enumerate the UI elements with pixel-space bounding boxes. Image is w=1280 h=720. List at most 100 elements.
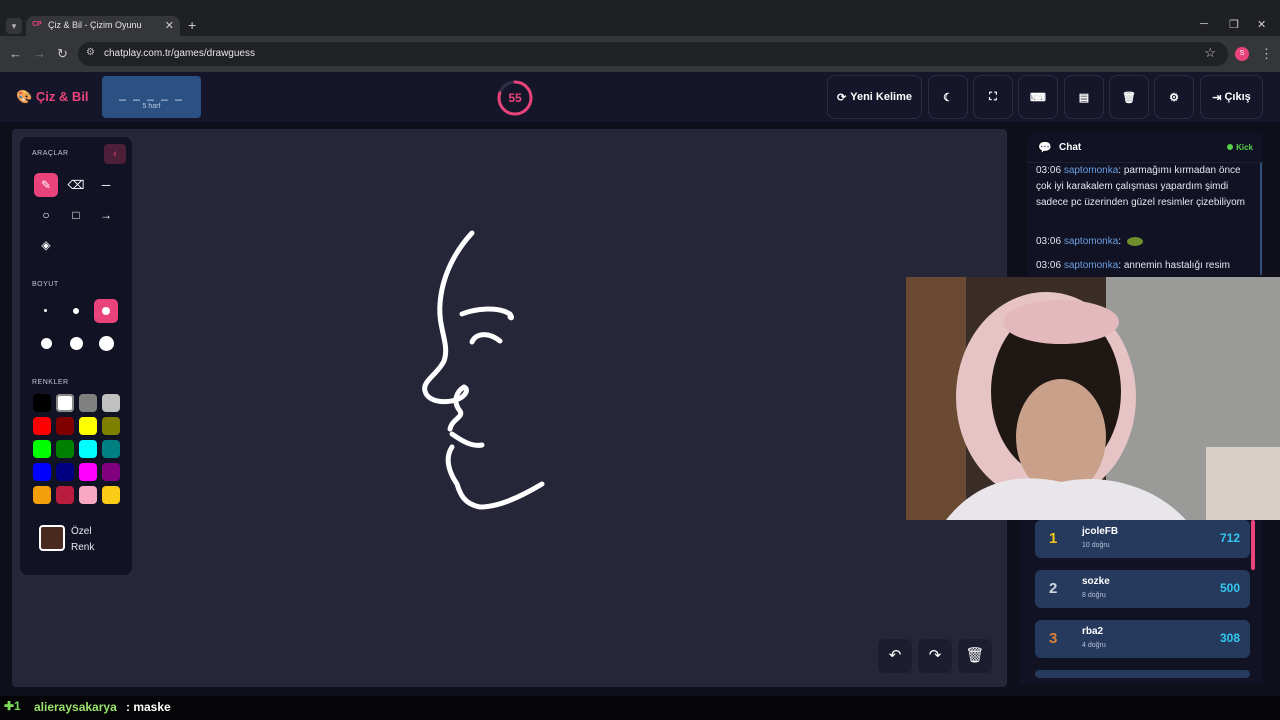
color-swatch[interactable] [33,417,51,435]
color-swatch[interactable] [56,394,74,412]
color-swatch[interactable] [102,394,120,412]
custom-color-swatch[interactable] [39,525,65,551]
rectangle-tool[interactable]: □ [64,203,88,227]
color-swatch[interactable] [56,486,74,504]
size-option-2[interactable] [64,299,88,323]
color-swatch[interactable] [102,417,120,435]
message-time: 03:06 [1036,165,1062,176]
square-icon: □ [72,208,80,222]
profile-avatar[interactable]: S [1235,47,1249,61]
message-user[interactable]: saptomonka [1064,260,1118,271]
dark-mode-button[interactable]: ☾ [928,75,968,119]
rank: 2 [1049,580,1058,597]
color-swatch[interactable] [79,486,97,504]
line-icon: ─ [101,178,111,192]
score: 500 [1219,581,1240,595]
eyebrow-stroke [459,306,514,321]
address-bar-row: ← → ↻ ⚙ chatplay.com.tr/games/drawguess … [0,36,1280,72]
color-swatch[interactable] [79,440,97,458]
site-info-icon[interactable]: ⚙ [86,47,95,58]
word-panel: _ _ _ _ _ 5 harf [102,76,201,118]
gear-icon: ⚙ [1169,91,1179,104]
new-word-button[interactable]: ⟳ Yeni Kelime [827,75,922,119]
brand[interactable]: 🎨 Çiz & Bil [16,89,89,105]
tab-close-icon[interactable]: ✕ [165,19,174,32]
clear-canvas-button[interactable]: 🗑 [958,639,992,673]
moon-icon: ☾ [943,91,953,104]
color-swatch[interactable] [102,463,120,481]
word-mask: _ _ _ _ _ [119,87,184,101]
color-swatch[interactable] [102,486,120,504]
player-name: rba2 [1082,626,1104,637]
color-swatch[interactable] [56,417,74,435]
message-user[interactable]: saptomonka [1064,165,1118,176]
size-dot [41,338,52,349]
redo-button[interactable]: ↷ [918,639,952,673]
expand-icon: ⛶ [989,90,997,103]
color-swatch[interactable] [33,486,51,504]
url-input[interactable]: ⚙ chatplay.com.tr/games/drawguess ☆ [78,42,1228,66]
url-text: chatplay.com.tr/games/drawguess [104,48,255,59]
arrow-tool[interactable]: → [94,203,118,227]
fullscreen-button[interactable]: ⛶ [973,75,1013,119]
tools-title: ARAÇLAR [32,150,69,157]
drawing-canvas[interactable] [12,129,1007,687]
line-tool[interactable]: ─ [94,173,118,197]
color-swatch[interactable] [33,394,51,412]
redo-icon: ↷ [928,647,942,664]
restore-icon[interactable]: ❐ [1229,18,1239,31]
eye-stroke [469,332,503,345]
size-dot [99,336,114,351]
arrow-right-icon: → [100,208,112,222]
minimize-icon[interactable]: ─ [1200,18,1208,30]
size-option-5[interactable] [64,331,88,355]
eraser-tool[interactable]: ⌫ [64,173,88,197]
fill-tool[interactable]: ◈ [34,233,58,257]
color-swatch[interactable] [79,463,97,481]
back-icon[interactable]: ← [9,46,22,61]
new-tab-icon[interactable]: + [188,17,196,33]
size-option-1[interactable] [34,299,58,323]
color-swatch[interactable] [33,463,51,481]
size-option-6[interactable] [94,331,118,355]
face-profile-stroke [422,230,475,405]
trash-button[interactable]: 🗑 [1109,75,1149,119]
player-name: jcoleFB [1082,526,1119,537]
timer-value: 55 [508,91,522,105]
color-swatch[interactable] [79,417,97,435]
score: 712 [1219,531,1240,545]
forward-icon[interactable]: → [33,46,46,61]
browser-menu-icon[interactable]: ⋮ [1260,46,1273,62]
circle-tool[interactable]: ○ [34,203,58,227]
pen-tool[interactable]: ✎ [34,173,58,197]
bookmark-star-icon[interactable]: ☆ [1204,45,1216,61]
keyboard-button[interactable]: ⌨ [1018,75,1058,119]
color-swatch[interactable] [56,440,74,458]
mouth-stroke [449,431,485,448]
message-user[interactable]: saptomonka [1064,236,1118,247]
color-swatch[interactable] [33,440,51,458]
archive-button[interactable]: ▤ [1064,75,1104,119]
keyboard-icon: ⌨ [1030,91,1046,104]
collapse-panel-button[interactable]: ‹ [104,144,126,164]
tab-search-icon[interactable]: ▾ [6,18,22,34]
color-swatch[interactable] [56,463,74,481]
browser-tab[interactable]: CP Çiz & Bil - Çizim Oyunu ✕ [26,16,180,36]
undo-button[interactable]: ↶ [878,639,912,673]
color-swatch[interactable] [79,394,97,412]
leaderboard-row-partial [1035,670,1250,678]
refresh-icon: ⟳ [837,91,847,104]
chat-title: Chat [1059,142,1082,153]
chat-scrollbar[interactable] [1260,163,1262,275]
color-swatch[interactable] [102,440,120,458]
window-close-icon[interactable]: ✕ [1257,18,1266,31]
reload-icon[interactable]: ↻ [57,46,68,62]
size-option-4[interactable] [34,331,58,355]
exit-button[interactable]: ⇥ Çıkış [1200,75,1263,119]
settings-button[interactable]: ⚙ [1154,75,1194,119]
size-option-3[interactable] [94,299,118,323]
ticker-user: alieraysakarya [34,700,117,714]
ticker-message: : maske [126,700,171,714]
favicon: CP [32,21,42,28]
chat-message: 03:06 saptomonka: annemin hastalığı resi… [1036,258,1256,274]
